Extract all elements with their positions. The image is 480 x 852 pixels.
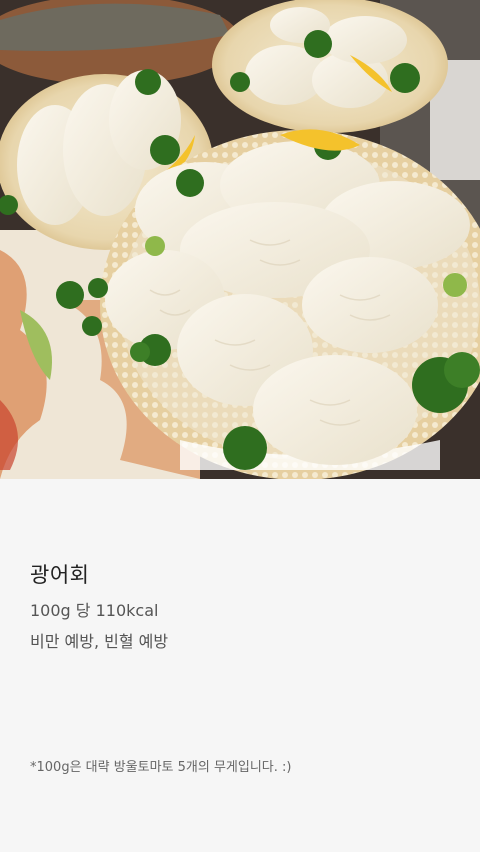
sashimi-photo	[0, 0, 480, 479]
weight-footnote: *100g은 대략 방울토마토 5개의 무게입니다. :)	[30, 760, 292, 775]
nutrition-card: 광어회 100g 당 110kcal 비만 예방, 빈혈 예방 *100g은 대…	[0, 479, 480, 852]
health-benefits: 비만 예방, 빈혈 예방	[30, 632, 169, 651]
calorie-info: 100g 당 110kcal	[30, 601, 159, 620]
flatfish-sashimi-image	[0, 0, 480, 479]
food-title: 광어회	[30, 563, 90, 587]
